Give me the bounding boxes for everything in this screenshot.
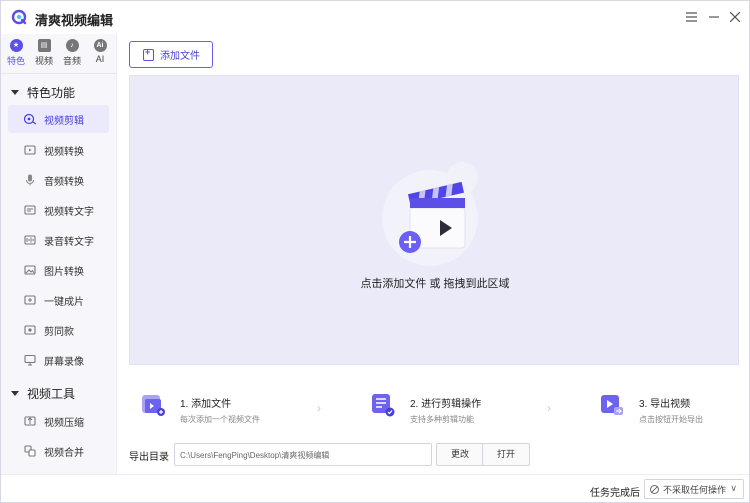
sidebar-item-video-edit[interactable]: 视频剪辑 (8, 105, 109, 133)
tab-label: AI (95, 54, 105, 64)
step-export-icon (601, 395, 623, 415)
one-click-icon (24, 295, 36, 305)
sidebar-item-label: 屏幕录像 (44, 356, 84, 368)
step-add-file: 1. 添加文件 每次添加一个视频文件 (141, 393, 260, 425)
steps-guide: 1. 添加文件 每次添加一个视频文件 › 2. 进行剪辑操作 支持多种剪辑功能 … (129, 381, 739, 439)
tab-audio[interactable]: ♪ 音频 (59, 38, 85, 70)
film-icon: ▤ (37, 39, 51, 52)
template-icon (24, 325, 36, 335)
chevron-down-icon: ∨ (730, 483, 737, 493)
tab-label: 视频 (34, 56, 53, 66)
menu-icon[interactable] (683, 9, 699, 25)
step-title: 2. 进行剪辑操作 (410, 399, 482, 410)
sidebar-item-one-click[interactable]: 一键成片 (8, 286, 109, 314)
title-bar: 清爽视频编辑 (1, 1, 749, 34)
collapse-triangle-icon (11, 391, 19, 396)
add-file-label: 添加文件 (160, 51, 200, 62)
app-window: 清爽视频编辑 ★ 特色 ▤ 视频 ♪ 音频 Ai AI 特色功能 视频剪辑 视频… (0, 0, 750, 503)
export-row: 导出目录 C:\Users\FengPing\Desktop\清爽视频编辑 更改… (129, 442, 739, 467)
sidebar-item-label: 剪同款 (44, 326, 74, 338)
sidebar-item-audio-convert[interactable]: 音频转换 (8, 166, 109, 194)
step-export: 3. 导出视频 点击按钮开始导出 (600, 393, 703, 425)
step-title: 3. 导出视频 (639, 399, 691, 410)
sidebar-item-label: 视频合并 (44, 447, 84, 459)
star-icon: ★ (9, 39, 23, 52)
audio-icon: ♪ (65, 39, 79, 52)
sidebar-item-label: 视频转文字 (44, 206, 94, 218)
after-task-value: 不采取任何操作 (663, 484, 727, 495)
tab-featured[interactable]: ★ 特色 (3, 38, 29, 70)
close-icon[interactable] (727, 9, 743, 25)
sidebar-item-video-convert[interactable]: 视频转换 (8, 136, 109, 164)
after-task-label: 任务完成后 (590, 488, 640, 499)
export-dir-label: 导出目录 (129, 452, 169, 463)
step-add-file-icon (142, 395, 165, 416)
compress-icon (24, 416, 36, 426)
step-title: 1. 添加文件 (180, 399, 232, 410)
sidebar-item-screen-record[interactable]: 屏幕录像 (8, 346, 109, 374)
group-label: 特色功能 (27, 86, 76, 100)
sidebar-item-label: 音频转换 (44, 176, 84, 188)
group-label: 视频工具 (27, 387, 76, 401)
sidebar-item-label: 视频剪辑 (44, 115, 84, 127)
video-edit-icon (24, 113, 36, 125)
category-tabs: ★ 特色 ▤ 视频 ♪ 音频 Ai AI (1, 34, 117, 74)
ai-icon: Ai (93, 39, 107, 52)
export-path-field[interactable]: C:\Users\FengPing\Desktop\清爽视频编辑 (174, 443, 432, 466)
step-subtitle: 支持多种剪辑功能 (410, 415, 474, 424)
step-edit: 2. 进行剪辑操作 支持多种剪辑功能 (371, 393, 481, 425)
step-edit-icon (372, 394, 395, 417)
tab-label: 特色 (6, 56, 25, 66)
step-subtitle: 每次添加一个视频文件 (180, 415, 260, 424)
chevron-right-icon: › (547, 401, 551, 415)
add-file-icon (143, 47, 154, 61)
sidebar: ★ 特色 ▤ 视频 ♪ 音频 Ai AI 特色功能 视频剪辑 视频转换 音频转换… (1, 34, 117, 474)
video-to-text-icon (24, 205, 36, 215)
image-icon (24, 265, 36, 275)
group-video-tools[interactable]: 视频工具 (11, 385, 75, 402)
sidebar-item-merge[interactable]: 视频合并 (8, 437, 109, 465)
status-bar: 任务完成后 不采取任何操作 ∨ (1, 474, 749, 502)
sidebar-item-image-convert[interactable]: 图片转换 (8, 256, 109, 284)
step-subtitle: 点击按钮开始导出 (639, 415, 703, 424)
tab-ai[interactable]: Ai AI (87, 38, 113, 70)
sidebar-item-audio-to-text[interactable]: 录音转文字 (8, 226, 109, 254)
open-dir-button[interactable]: 打开 (482, 443, 530, 466)
screen-record-icon (24, 354, 36, 366)
app-title: 清爽视频编辑 (35, 13, 114, 28)
collapse-triangle-icon (11, 90, 19, 95)
merge-icon (24, 445, 36, 457)
video-clapper-icon (382, 162, 478, 266)
add-file-button[interactable]: 添加文件 (129, 41, 213, 68)
sidebar-item-label: 一键成片 (44, 296, 84, 308)
sidebar-item-label: 录音转文字 (44, 236, 94, 248)
change-dir-button[interactable]: 更改 (436, 443, 484, 466)
app-logo-icon (11, 9, 27, 25)
sidebar-item-label: 视频转换 (44, 146, 84, 158)
video-convert-icon (24, 145, 36, 155)
group-featured[interactable]: 特色功能 (11, 84, 75, 101)
sidebar-item-video-to-text[interactable]: 视频转文字 (8, 196, 109, 224)
sidebar-item-label: 视频压缩 (44, 417, 84, 429)
chevron-right-icon: › (317, 401, 321, 415)
sidebar-item-label: 图片转换 (44, 266, 84, 278)
tab-label: 音频 (62, 56, 81, 66)
tab-video[interactable]: ▤ 视频 (31, 38, 57, 70)
after-task-select[interactable]: 不采取任何操作 ∨ (644, 479, 744, 499)
drop-hint-text: 点击添加文件 或 拖拽到此区域 (360, 278, 510, 290)
sidebar-item-compress[interactable]: 视频压缩 (8, 407, 109, 435)
ban-icon (650, 484, 659, 494)
audio-to-text-icon (24, 235, 36, 245)
minimize-icon[interactable] (706, 9, 722, 25)
drop-zone[interactable]: 点击添加文件 或 拖拽到此区域 (129, 75, 739, 365)
sidebar-item-template[interactable]: 剪同款 (8, 316, 109, 344)
microphone-icon (26, 174, 34, 186)
